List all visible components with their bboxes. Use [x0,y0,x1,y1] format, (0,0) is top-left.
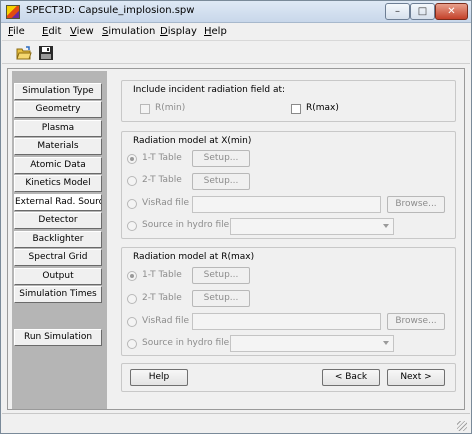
xmin-hydro-source-select[interactable] [230,218,394,235]
xmin-2t-label: 2-T Table [142,175,182,185]
maximize-button[interactable]: □ [410,3,435,20]
rmax-browse-button[interactable]: Browse... [387,313,445,330]
sidebar-item-materials[interactable]: Materials [14,138,102,155]
chevron-down-icon [383,341,389,345]
xmin-2t-setup-button[interactable]: Setup... [192,173,250,190]
minimize-button[interactable]: – [385,3,410,20]
title-bar: SPECT3D: Capsule_implosion.spw – □ ✕ [1,1,471,23]
rmax-checkbox[interactable] [291,104,301,114]
rmax-1t-setup-button[interactable]: Setup... [192,267,250,284]
sidebar-item-atomic-data[interactable]: Atomic Data [14,157,102,174]
window-title: SPECT3D: Capsule_implosion.spw [26,5,195,16]
resize-grip-icon[interactable] [457,421,467,431]
help-button[interactable]: Help [130,369,188,386]
sidebar-item-backlighter[interactable]: Backlighter [14,231,102,248]
menu-bar: File Edit View Simulation Display Help [2,24,470,41]
sidebar-item-output[interactable]: Output [14,268,102,285]
rmax-visrad-file-input[interactable] [192,313,381,330]
xmin-visrad-radio[interactable] [127,199,137,209]
app-window: SPECT3D: Capsule_implosion.spw – □ ✕ Fil… [0,0,472,434]
xmin-1t-label: 1-T Table [142,153,182,163]
rmax-model-group: Radiation model at R(max) 1-T Table Setu… [121,247,456,356]
incident-radiation-title: Include incident radiation field at: [132,85,287,95]
xmin-model-title: Radiation model at X(min) [132,136,253,146]
sidebar-item-detector[interactable]: Detector [14,212,102,229]
rmax-2t-radio[interactable] [127,294,137,304]
xmin-visrad-file-input[interactable] [192,196,381,213]
xmin-browse-button[interactable]: Browse... [387,196,445,213]
rmin-checkbox[interactable] [140,104,150,114]
menu-simulation[interactable]: Simulation [102,26,155,37]
xmin-visrad-label: VisRad file [142,198,189,208]
sidebar-item-plasma[interactable]: Plasma [14,120,102,137]
xmin-hydro-radio[interactable] [127,221,137,231]
back-button[interactable]: < Back [322,369,380,386]
rmax-hydro-label: Source in hydro file: [142,338,233,348]
menu-edit[interactable]: Edit [42,26,61,37]
sidebar-item-simulation-type[interactable]: Simulation Type [14,83,102,100]
chevron-down-icon [383,224,389,228]
rmin-label: R(min) [155,103,186,113]
xmin-1t-radio[interactable] [127,154,137,164]
menu-file[interactable]: File [8,26,25,37]
rmax-2t-label: 2-T Table [142,293,182,303]
rmax-1t-radio[interactable] [127,271,137,281]
next-button[interactable]: Next > [387,369,445,386]
menu-view[interactable]: View [70,26,94,37]
sidebar-item-external-rad-source[interactable]: External Rad. Source [14,194,102,211]
xmin-model-group: Radiation model at X(min) 1-T Table Setu… [121,131,456,239]
rmax-visrad-label: VisRad file [142,316,189,326]
xmin-1t-setup-button[interactable]: Setup... [192,150,250,167]
rmax-2t-setup-button[interactable]: Setup... [192,290,250,307]
navigation-group: Help < Back Next > [121,363,456,392]
run-simulation-button[interactable]: Run Simulation [14,329,102,346]
sidebar-item-simulation-times[interactable]: Simulation Times [14,286,102,303]
status-bar [2,413,470,433]
xmin-2t-radio[interactable] [127,176,137,186]
spect3d-app-icon [6,5,20,19]
xmin-hydro-label: Source in hydro file: [142,220,233,230]
sidebar: Simulation Type Geometry Plasma Material… [12,71,107,409]
toolbar [2,42,470,64]
floppy-save-icon[interactable] [38,45,54,61]
menu-help[interactable]: Help [204,26,227,37]
rmax-hydro-radio[interactable] [127,339,137,349]
rmax-visrad-radio[interactable] [127,317,137,327]
rmax-model-title: Radiation model at R(max) [132,252,256,262]
sidebar-item-geometry[interactable]: Geometry [14,101,102,118]
sidebar-item-spectral-grid[interactable]: Spectral Grid [14,249,102,266]
menu-display[interactable]: Display [160,26,197,37]
rmax-label: R(max) [306,103,339,113]
rmax-hydro-source-select[interactable] [230,335,394,352]
main-panel: Simulation Type Geometry Plasma Material… [7,68,465,410]
rmax-1t-label: 1-T Table [142,270,182,280]
open-folder-icon[interactable] [16,45,32,61]
sidebar-item-kinetics-model[interactable]: Kinetics Model [14,175,102,192]
incident-radiation-group: Include incident radiation field at: R(m… [121,80,456,122]
close-button[interactable]: ✕ [435,3,468,20]
